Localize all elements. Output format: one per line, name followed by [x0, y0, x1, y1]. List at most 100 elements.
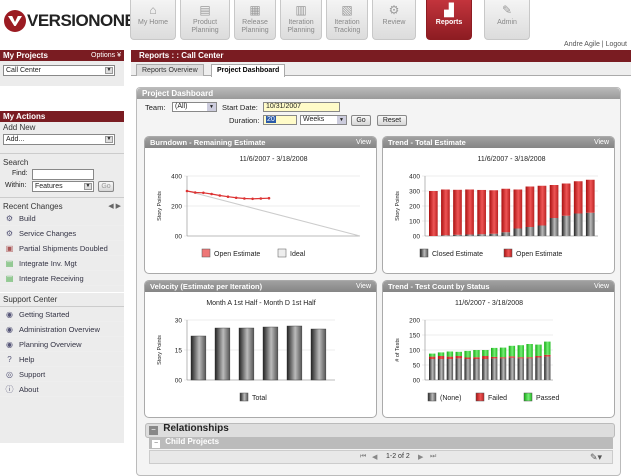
collapse-icon[interactable]: − [152, 440, 160, 448]
y-tick-label: 00 [413, 234, 421, 241]
support-item-label: Getting Started [19, 309, 70, 319]
bar-tests-failed [446, 356, 454, 359]
search-go-button[interactable]: Go [98, 181, 114, 192]
recent-item-integrate-receiving[interactable]: ▤ Integrate Receiving [0, 271, 124, 286]
main-content: Reports : : Call Center Reports Overview… [131, 50, 631, 476]
duration-unit-select[interactable]: Weeks ▼ [300, 115, 347, 125]
bar-open-estimate [549, 185, 559, 218]
pager-next-icon[interactable]: ▶ [418, 453, 423, 461]
nav-tab-my-home[interactable]: ⌂ My Home [130, 0, 176, 40]
bar-tests-passed [535, 344, 542, 356]
support-getting-started[interactable]: ◉ Getting Started [0, 307, 124, 322]
projects-options-button[interactable]: Options ¥ [91, 50, 121, 61]
project-select-value: Call Center [6, 67, 42, 74]
bar-tests-none [517, 358, 524, 380]
support-help[interactable]: ? Help [0, 352, 124, 367]
collapse-icon[interactable]: − [149, 426, 158, 435]
bar-tests-passed [482, 350, 489, 356]
recent-item-integrate-inv[interactable]: ▤ Integrate Inv. Mgt [0, 256, 124, 271]
recent-item-label: Service Changes [19, 228, 77, 238]
prev-arrow-icon[interactable]: ◀ [108, 203, 113, 210]
bar-tests-none [429, 359, 436, 380]
bar-tests-failed [473, 357, 480, 359]
bar-velocity-total [214, 327, 231, 381]
versionone-logo[interactable]: VERSIONONE [4, 10, 136, 32]
user-name[interactable]: Andre Agile [564, 41, 600, 48]
open-estimate-point [234, 196, 238, 200]
bar-tests-failed [455, 356, 462, 359]
bar-tests-failed [482, 356, 489, 359]
recent-item-service-changes[interactable]: ⚙ Service Changes [0, 226, 124, 241]
nav-tab-iteration-tracking[interactable]: ▧ Iteration Tracking [326, 0, 368, 40]
nav-tab-release-planning[interactable]: ▦ Release Planning [234, 0, 276, 40]
chevron-down-icon: ▼ [84, 183, 92, 190]
logo-text: VERSIONONE [27, 11, 136, 30]
support-about[interactable]: ⓘ About [0, 382, 124, 397]
trend-tests-view-link[interactable]: View [594, 281, 609, 292]
nav-tab-reports[interactable]: ▟ Reports [426, 0, 472, 40]
next-arrow-icon[interactable]: ▶ [116, 203, 121, 210]
pager-last-icon[interactable]: ⏭ [430, 453, 436, 461]
duration-input[interactable]: 20 [263, 115, 297, 125]
bar-tests-passed [455, 351, 462, 356]
nav-tab-review[interactable]: ⚙ Review [372, 0, 416, 40]
find-label: Find: [12, 170, 28, 177]
within-select[interactable]: Features ▼ [32, 181, 94, 192]
legend-label: Ideal [290, 251, 306, 258]
my-projects-header: My Projects Options ¥ [0, 50, 124, 61]
bar-closed-estimate [489, 233, 499, 236]
burndown-view-link[interactable]: View [356, 137, 371, 148]
project-select[interactable]: Call Center ▼ [3, 65, 115, 76]
y-tick-label: 400 [409, 174, 420, 181]
recent-item-label: Build [19, 213, 36, 223]
support-item-label: Administration Overview [19, 324, 100, 334]
team-select[interactable]: (All) ▼ [172, 102, 217, 112]
dashboard-title: Project Dashboard [137, 88, 620, 99]
trend-tests-chart: 11/6/2007 - 3/18/2008 00 50 100 150 200 # of T… [395, 300, 559, 402]
pager-prev-icon[interactable]: ◀ [372, 453, 377, 461]
nav-tab-product-planning[interactable]: ▤ Product Planning [180, 0, 230, 40]
support-item-label: Support [19, 369, 46, 379]
legend-swatch [277, 248, 287, 258]
tab-reports-overview[interactable]: Reports Overview [136, 64, 204, 76]
bar-tests-none [499, 358, 507, 380]
bar-tests-none [508, 357, 516, 380]
bar-tests-failed [437, 356, 445, 359]
logout-link[interactable]: Logout [606, 41, 627, 48]
dashboard-reset-button[interactable]: Reset [377, 115, 407, 126]
nav-tab-admin[interactable]: ✎ Admin [484, 0, 530, 40]
legend-swatch [239, 392, 249, 402]
chevron-down-icon: ▼ [105, 67, 113, 74]
bar-tests-none [455, 358, 462, 380]
bar-open-estimate [465, 189, 474, 235]
tools-wrench-icon[interactable]: ✎▾ [590, 452, 602, 463]
chevron-down-icon: ▼ [337, 116, 346, 124]
bar-tests-passed [429, 353, 436, 357]
nav-tab-iteration-planning[interactable]: ▥ Iteration Planning [280, 0, 322, 40]
dashboard-go-button[interactable]: Go [351, 115, 371, 126]
add-new-select[interactable]: Add... ▼ [3, 134, 115, 145]
header: VERSIONONE ⌂ My Home ▤ Product Planning … [0, 0, 635, 50]
open-estimate-point [210, 192, 213, 196]
bar-tests-failed [429, 356, 436, 359]
burndown-widget: Burndown - Remaining Estimate View 11/6/2… [144, 136, 377, 274]
trend-total-view-link[interactable]: View [594, 137, 609, 148]
within-value: Features [35, 183, 63, 190]
y-tick-label: 100 [409, 219, 420, 226]
start-date-input[interactable]: 10/31/2007 [263, 102, 340, 112]
pager-first-icon[interactable]: ⏮ [360, 453, 366, 461]
support-support[interactable]: ◎ Support [0, 367, 124, 382]
support-planning-overview[interactable]: ◉ Planning Overview [0, 337, 124, 352]
tab-project-dashboard[interactable]: Project Dashboard [211, 64, 286, 77]
release-planning-icon: ▦ [249, 3, 261, 17]
duration-value: 20 [266, 116, 276, 123]
recent-item-build[interactable]: ⚙ Build [0, 211, 124, 226]
open-estimate-point [218, 194, 222, 197]
support-admin-overview[interactable]: ◉ Administration Overview [0, 322, 124, 337]
recent-item-partial-shipments[interactable]: ▣ Partial Shipments Doubled [0, 241, 124, 256]
bar-open-estimate [477, 189, 486, 235]
bar-closed-estimate [585, 212, 595, 236]
nav-label: Review [382, 19, 406, 26]
velocity-view-link[interactable]: View [356, 281, 371, 292]
find-input[interactable] [32, 169, 94, 180]
